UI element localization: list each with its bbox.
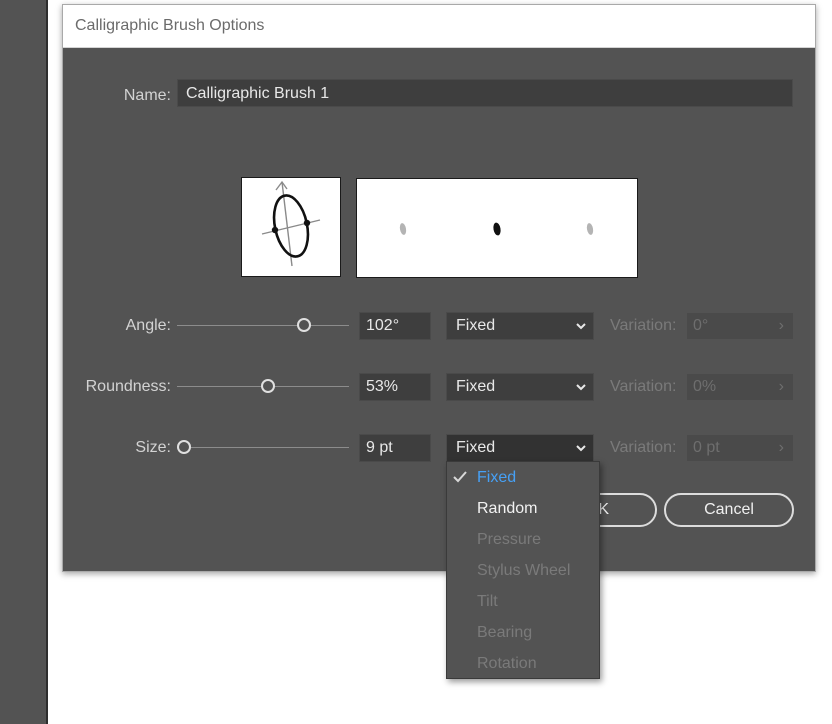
roundness-mode-value: Fixed — [456, 378, 496, 395]
roundness-value-field[interactable]: 53% — [359, 373, 431, 401]
dialog-title: Calligraphic Brush Options — [75, 17, 265, 34]
dropdown-option-bearing: Bearing — [447, 617, 599, 648]
size-variation-label: Variation: — [610, 439, 677, 456]
size-mode-select[interactable]: Fixed — [446, 434, 594, 462]
option-label: Rotation — [477, 655, 537, 672]
roundness-slider-thumb[interactable] — [260, 379, 275, 393]
dropdown-option-random[interactable]: Random — [447, 493, 599, 524]
roundness-variation-field: 0% › — [687, 374, 793, 400]
roundness-variation-value: 0% — [693, 378, 717, 395]
dropdown-option-stylus-wheel: Stylus Wheel — [447, 555, 599, 586]
option-label: Fixed — [477, 469, 517, 486]
roundness-mode-select[interactable]: Fixed — [446, 373, 594, 401]
name-label: Name: — [123, 87, 171, 104]
chevron-down-icon — [576, 384, 586, 391]
stroke-preview-dots — [399, 222, 594, 236]
brush-ellipse-icon — [261, 180, 321, 267]
size-slider-track[interactable] — [177, 447, 349, 448]
cancel-button[interactable]: Cancel — [664, 493, 794, 527]
app-side-panel — [0, 0, 48, 724]
angle-mode-value: Fixed — [456, 317, 496, 334]
dialog-titlebar[interactable]: Calligraphic Brush Options — [63, 5, 815, 48]
angle-slider-track[interactable] — [177, 325, 349, 326]
dropdown-option-pressure: Pressure — [447, 524, 599, 555]
calligraphic-brush-dialog: Calligraphic Brush Options Name: Calligr… — [62, 4, 816, 572]
angle-slider-thumb[interactable] — [297, 318, 312, 332]
size-variation-value: 0 pt — [693, 439, 720, 456]
option-label: Random — [477, 500, 538, 517]
roundness-label: Roundness: — [85, 378, 171, 395]
size-variation-field: 0 pt › — [687, 435, 793, 461]
dropdown-option-fixed[interactable]: Fixed — [447, 462, 599, 493]
size-value-field[interactable]: 9 pt — [359, 434, 431, 462]
name-input[interactable]: Calligraphic Brush 1 — [177, 79, 793, 107]
chevron-right-icon: › — [778, 317, 784, 334]
chevron-right-icon: › — [778, 439, 784, 456]
chevron-down-icon — [576, 445, 586, 452]
option-label: Pressure — [477, 531, 542, 548]
option-label: Stylus Wheel — [477, 562, 571, 579]
angle-label: Angle: — [125, 317, 171, 334]
dropdown-option-rotation: Rotation — [447, 648, 599, 679]
checkmark-icon — [453, 471, 467, 483]
brush-stroke-preview — [356, 178, 638, 278]
angle-value-field[interactable]: 102° — [359, 312, 431, 340]
brush-shape-preview[interactable] — [241, 177, 341, 277]
option-label: Bearing — [477, 624, 533, 641]
chevron-right-icon: › — [778, 378, 784, 395]
roundness-variation-label: Variation: — [610, 378, 677, 395]
angle-variation-value: 0° — [693, 317, 709, 334]
angle-variation-field: 0° › — [687, 313, 793, 339]
dropdown-option-tilt: Tilt — [447, 586, 599, 617]
angle-variation-label: Variation: — [610, 317, 677, 334]
option-label: Tilt — [477, 593, 498, 610]
chevron-down-icon — [576, 323, 586, 330]
size-mode-dropdown-menu: Fixed Random Pressure Stylus Wheel Tilt … — [446, 461, 600, 679]
size-slider-thumb[interactable] — [177, 440, 191, 454]
angle-mode-select[interactable]: Fixed — [446, 312, 594, 340]
size-mode-value: Fixed — [456, 439, 496, 456]
size-label: Size: — [135, 439, 171, 456]
